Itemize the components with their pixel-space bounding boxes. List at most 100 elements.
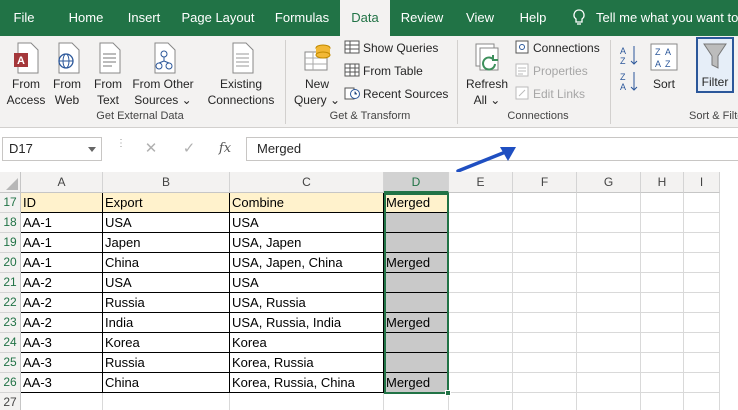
recent-sources-button[interactable]: Recent Sources bbox=[344, 84, 448, 104]
fill-handle[interactable] bbox=[445, 390, 451, 396]
tell-me-search[interactable]: Tell me what you want to do bbox=[572, 0, 738, 36]
from-text-button[interactable]: From Text bbox=[89, 42, 127, 108]
grid-cell[interactable] bbox=[577, 213, 641, 233]
grid-cell[interactable] bbox=[513, 333, 577, 353]
table-cell[interactable] bbox=[384, 273, 449, 293]
table-cell[interactable]: AA-2 bbox=[21, 313, 103, 333]
row-header[interactable]: 18 bbox=[0, 213, 21, 233]
grid-cell[interactable] bbox=[449, 253, 513, 273]
edit-links-button[interactable]: Edit Links bbox=[514, 84, 585, 104]
column-header-d[interactable]: D bbox=[384, 172, 449, 193]
tab-review[interactable]: Review bbox=[394, 0, 450, 36]
column-header-i[interactable]: I bbox=[684, 172, 720, 193]
grid-cell[interactable] bbox=[513, 213, 577, 233]
table-cell[interactable]: Merged bbox=[384, 373, 449, 393]
grid-cell[interactable] bbox=[513, 233, 577, 253]
tab-formulas[interactable]: Formulas bbox=[268, 0, 336, 36]
table-cell[interactable]: Merged bbox=[384, 313, 449, 333]
grid-cell[interactable] bbox=[641, 253, 684, 273]
from-web-button[interactable]: From Web bbox=[48, 42, 86, 108]
tab-help[interactable]: Help bbox=[512, 0, 554, 36]
insert-function-button[interactable]: fx bbox=[216, 140, 234, 158]
table-cell[interactable]: USA bbox=[103, 213, 230, 233]
grid-cell[interactable] bbox=[449, 393, 513, 410]
table-cell[interactable]: Korea bbox=[230, 333, 384, 353]
table-cell[interactable]: Merged bbox=[384, 253, 449, 273]
table-cell[interactable]: Japen bbox=[103, 233, 230, 253]
grid-cell[interactable] bbox=[513, 193, 577, 213]
grid-cell[interactable] bbox=[21, 393, 103, 410]
row-header[interactable]: 24 bbox=[0, 333, 21, 353]
grid-cell[interactable] bbox=[449, 193, 513, 213]
grid-cell[interactable] bbox=[449, 273, 513, 293]
grid-cell[interactable] bbox=[577, 193, 641, 213]
grid-cell[interactable] bbox=[684, 293, 720, 313]
table-cell[interactable]: AA-1 bbox=[21, 213, 103, 233]
table-cell[interactable]: Korea, Russia, China bbox=[230, 373, 384, 393]
grid-cell[interactable] bbox=[513, 273, 577, 293]
row-header[interactable]: 25 bbox=[0, 353, 21, 373]
grid-cell[interactable] bbox=[449, 373, 513, 393]
grid-cell[interactable] bbox=[641, 373, 684, 393]
grid-cell[interactable] bbox=[513, 353, 577, 373]
column-header-c[interactable]: C bbox=[230, 172, 384, 193]
grid-cell[interactable] bbox=[641, 393, 684, 410]
grid-cell[interactable] bbox=[641, 313, 684, 333]
grid-cell[interactable] bbox=[684, 373, 720, 393]
table-cell[interactable]: India bbox=[103, 313, 230, 333]
grid-cell[interactable] bbox=[684, 233, 720, 253]
row-header[interactable]: 17 bbox=[0, 193, 21, 213]
spreadsheet-grid[interactable]: A B C D E F G H I 17 ID Export Combine Merged 18 AA-1 US… bbox=[0, 172, 738, 410]
grid-cell[interactable] bbox=[230, 393, 384, 410]
table-cell[interactable]: USA, Russia bbox=[230, 293, 384, 313]
table-header-cell[interactable]: ID bbox=[21, 193, 103, 213]
refresh-all-button[interactable]: Refresh All ⌄ bbox=[464, 42, 510, 108]
grid-cell[interactable] bbox=[684, 193, 720, 213]
tab-file[interactable]: File bbox=[0, 0, 48, 36]
table-cell[interactable] bbox=[384, 333, 449, 353]
row-header[interactable]: 22 bbox=[0, 293, 21, 313]
sort-asc-desc-buttons[interactable]: AZZA bbox=[616, 42, 642, 98]
table-cell[interactable]: China bbox=[103, 373, 230, 393]
show-queries-button[interactable]: Show Queries bbox=[344, 38, 438, 58]
grid-cell[interactable] bbox=[684, 273, 720, 293]
formula-bar-grip-icon[interactable]: ⋮ bbox=[116, 139, 126, 149]
grid-cell[interactable] bbox=[577, 273, 641, 293]
grid-cell[interactable] bbox=[641, 193, 684, 213]
grid-cell[interactable] bbox=[577, 393, 641, 410]
grid-cell[interactable] bbox=[684, 313, 720, 333]
table-cell[interactable]: USA, Russia, India bbox=[230, 313, 384, 333]
grid-cell[interactable] bbox=[641, 353, 684, 373]
grid-cell[interactable] bbox=[577, 253, 641, 273]
table-cell[interactable] bbox=[384, 213, 449, 233]
table-cell[interactable]: China bbox=[103, 253, 230, 273]
row-header[interactable]: 19 bbox=[0, 233, 21, 253]
table-cell[interactable]: AA-1 bbox=[21, 253, 103, 273]
grid-cell[interactable] bbox=[449, 233, 513, 253]
table-cell[interactable]: Korea bbox=[103, 333, 230, 353]
existing-connections-button[interactable]: Existing Connections bbox=[204, 42, 278, 108]
table-cell[interactable]: Russia bbox=[103, 353, 230, 373]
row-header[interactable]: 20 bbox=[0, 253, 21, 273]
table-cell[interactable] bbox=[384, 353, 449, 373]
from-access-button[interactable]: A From Access bbox=[4, 42, 48, 108]
column-header-b[interactable]: B bbox=[103, 172, 230, 193]
grid-cell[interactable] bbox=[449, 353, 513, 373]
grid-cell[interactable] bbox=[641, 333, 684, 353]
cancel-entry-icon[interactable]: ✕ bbox=[142, 140, 160, 158]
grid-cell[interactable] bbox=[449, 313, 513, 333]
from-other-sources-button[interactable]: From Other Sources ⌄ bbox=[130, 42, 196, 108]
table-cell[interactable]: AA-3 bbox=[21, 353, 103, 373]
grid-cell[interactable] bbox=[577, 313, 641, 333]
table-cell[interactable] bbox=[384, 233, 449, 253]
properties-button[interactable]: Properties bbox=[514, 61, 588, 81]
table-cell[interactable]: Russia bbox=[103, 293, 230, 313]
grid-cell[interactable] bbox=[513, 313, 577, 333]
grid-cell[interactable] bbox=[577, 293, 641, 313]
column-header-h[interactable]: H bbox=[641, 172, 684, 193]
grid-cell[interactable] bbox=[684, 213, 720, 233]
new-query-button[interactable]: New Query ⌄ bbox=[292, 42, 342, 108]
grid-cell[interactable] bbox=[449, 293, 513, 313]
tab-home[interactable]: Home bbox=[56, 0, 116, 36]
table-cell[interactable] bbox=[384, 293, 449, 313]
